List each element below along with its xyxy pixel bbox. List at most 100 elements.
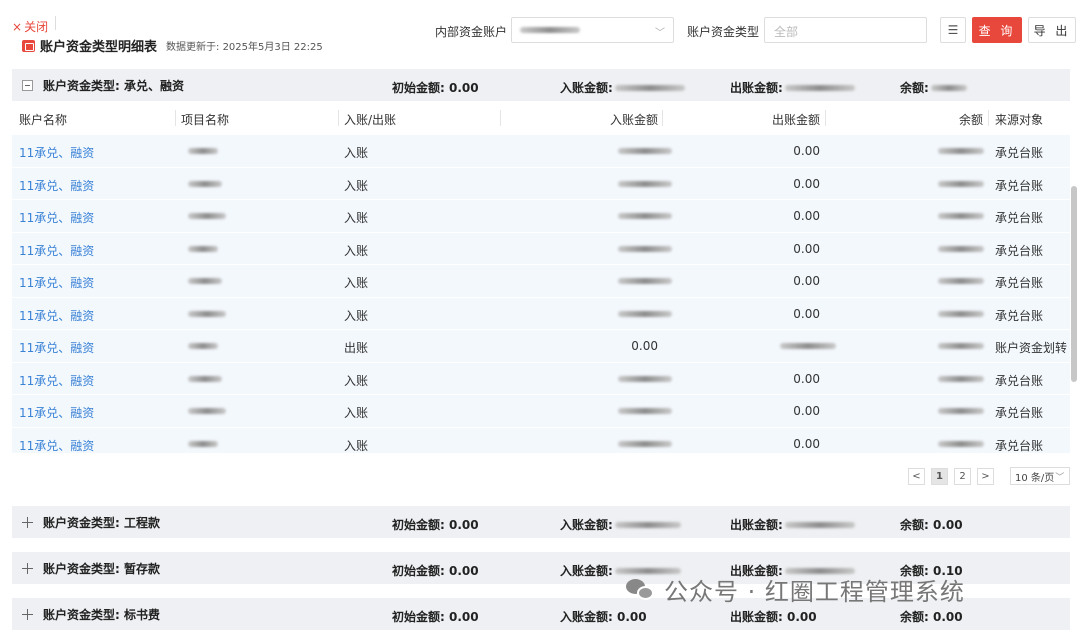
export-button[interactable]: 导 出	[1028, 17, 1076, 43]
close-button[interactable]: × 关闭	[12, 18, 48, 35]
expand-icon[interactable]	[22, 562, 33, 574]
fund-type-placeholder: 全部	[774, 25, 799, 39]
column-header[interactable]: 入账金额	[610, 111, 658, 128]
column-header[interactable]: 来源对象	[995, 111, 1043, 128]
account-name-link[interactable]: 11承兑、融资	[19, 274, 94, 291]
redacted-project-name	[188, 440, 218, 447]
source-cell: 承兑台账	[995, 373, 1044, 388]
group-in-amount: 入账金额:	[560, 79, 685, 96]
out-amount-cell: 0.00	[793, 144, 820, 158]
group-label: 账户资金类型: 承兑、融资	[43, 78, 184, 93]
redacted-project-name	[188, 343, 218, 349]
expand-icon[interactable]	[22, 516, 33, 528]
redacted-value	[614, 521, 681, 528]
table-row[interactable]: 11承兑、融资 入账 0.00 承兑台账	[12, 427, 1070, 454]
redacted-in-amount	[618, 310, 672, 317]
account-name-link[interactable]: 11承兑、融资	[19, 144, 94, 161]
page-button[interactable]: 1	[931, 467, 948, 485]
redacted-balance	[938, 440, 984, 447]
column-divider	[500, 110, 501, 126]
redacted-balance	[938, 245, 984, 252]
scrollbar[interactable]	[1071, 186, 1077, 382]
group-header[interactable]: 账户资金类型: 工程款 初始金额: 0.00 入账金额: 出账金额: 余额: 0…	[12, 506, 1070, 538]
account-name-link[interactable]: 11承兑、融资	[19, 209, 94, 226]
table-row[interactable]: 11承兑、融资 入账 0.00 承兑台账	[12, 232, 1070, 265]
pagination: < 1 2 > 10 条/页 ﹀	[908, 467, 1070, 485]
source-cell: 承兑台账	[995, 178, 1044, 193]
direction-cell: 入账	[344, 276, 369, 290]
account-name-link[interactable]: 11承兑、融资	[19, 404, 94, 421]
table-row[interactable]: 11承兑、融资 入账 0.00 承兑台账	[12, 362, 1070, 395]
out-amount-cell: 0.00	[793, 436, 820, 451]
account-name-link[interactable]: 11承兑、融资	[19, 437, 94, 454]
group-out-label: 出账金额:	[730, 518, 783, 532]
report-icon	[22, 39, 35, 52]
close-icon: ×	[12, 19, 23, 34]
chevron-down-icon: ﹀	[655, 28, 665, 39]
source-cell: 承兑台账	[995, 438, 1044, 453]
column-divider	[662, 110, 663, 126]
direction-cell: 入账	[344, 406, 369, 420]
redacted-project-name	[188, 213, 226, 219]
group-in-label: 入账金额:	[560, 518, 613, 532]
group-in-label: 入账金额:	[560, 564, 613, 578]
redacted-project-name	[188, 375, 222, 382]
group-initial-amount: 初始金额: 0.00	[392, 81, 479, 95]
collapse-icon[interactable]	[22, 79, 33, 91]
column-header[interactable]: 账户名称	[19, 111, 67, 128]
column-settings-button[interactable]: ☰	[940, 17, 966, 43]
out-amount-cell: 0.00	[793, 371, 820, 386]
table-row[interactable]: 11承兑、融资 入账 0.00 承兑台账	[12, 395, 1070, 428]
column-divider	[988, 110, 989, 126]
out-amount-cell: 0.00	[793, 209, 820, 223]
table-row[interactable]: 11承兑、融资 入账 0.00 承兑台账	[12, 297, 1070, 330]
redacted-balance	[938, 375, 984, 382]
group-label: 账户资金类型: 工程款	[43, 515, 160, 530]
out-amount-cell: 0.00	[793, 241, 820, 256]
account-name-link[interactable]: 11承兑、融资	[19, 307, 94, 324]
table-row[interactable]: 11承兑、融资 入账 0.00 承兑台账	[12, 167, 1070, 200]
column-header[interactable]: 余额	[959, 111, 983, 128]
group-header[interactable]: 账户资金类型: 承兑、融资 初始金额: 0.00 入账金额: 出账金额: 余额:	[12, 69, 1070, 101]
redacted-project-name	[188, 245, 218, 252]
account-name-link[interactable]: 11承兑、融资	[19, 242, 94, 259]
page-button[interactable]: 2	[954, 467, 971, 485]
table-row[interactable]: 11承兑、融资 入账 0.00 承兑台账	[12, 135, 1070, 168]
account-select[interactable]: ﹀	[511, 17, 674, 43]
page-size-select[interactable]: 10 条/页 ﹀	[1010, 467, 1070, 485]
column-header[interactable]: 入账/出账	[344, 111, 396, 128]
query-button[interactable]: 查 询	[972, 17, 1022, 43]
expand-icon[interactable]	[22, 608, 33, 620]
fund-type-select[interactable]: 全部	[764, 17, 927, 43]
page-size-label: 10 条/页	[1015, 472, 1055, 484]
account-name-link[interactable]: 11承兑、融资	[19, 372, 94, 389]
next-page-button[interactable]: >	[977, 467, 994, 485]
direction-cell: 入账	[344, 243, 369, 258]
direction-cell: 入账	[344, 211, 369, 225]
out-amount-cell: 0.00	[793, 404, 820, 418]
source-cell: 承兑台账	[995, 146, 1044, 160]
column-header[interactable]: 项目名称	[181, 111, 229, 128]
group-label: 账户资金类型: 暂存款	[43, 561, 160, 576]
redacted-project-name	[188, 148, 218, 154]
direction-cell: 入账	[344, 308, 369, 323]
watermark-text: 公众号 · 红圈工程管理系统	[664, 578, 965, 606]
group-in-amount: 入账金额:	[560, 516, 681, 533]
redacted-balance	[938, 213, 984, 219]
redacted-in-amount	[618, 245, 672, 252]
prev-page-button[interactable]: <	[908, 467, 925, 485]
redacted-project-name	[188, 180, 222, 187]
table-row[interactable]: 11承兑、融资 入账 0.00 承兑台账	[12, 265, 1070, 298]
group-initial-amount: 初始金额: 0.00	[392, 610, 479, 624]
column-divider	[338, 110, 339, 126]
table-row[interactable]: 11承兑、融资 入账 0.00 承兑台账	[12, 200, 1070, 233]
account-name-link[interactable]: 11承兑、融资	[19, 339, 94, 356]
table-row[interactable]: 11承兑、融资 出账 0.00 账户资金划转	[12, 330, 1070, 363]
redacted-in-amount	[618, 408, 672, 414]
account-name-link[interactable]: 11承兑、融资	[19, 177, 94, 194]
column-header[interactable]: 出账金额	[772, 111, 820, 128]
wechat-icon	[626, 577, 656, 603]
redacted-in-amount	[618, 375, 672, 382]
group-in-amount: 入账金额: 0.00	[560, 610, 647, 624]
redacted-in-amount	[618, 278, 672, 284]
